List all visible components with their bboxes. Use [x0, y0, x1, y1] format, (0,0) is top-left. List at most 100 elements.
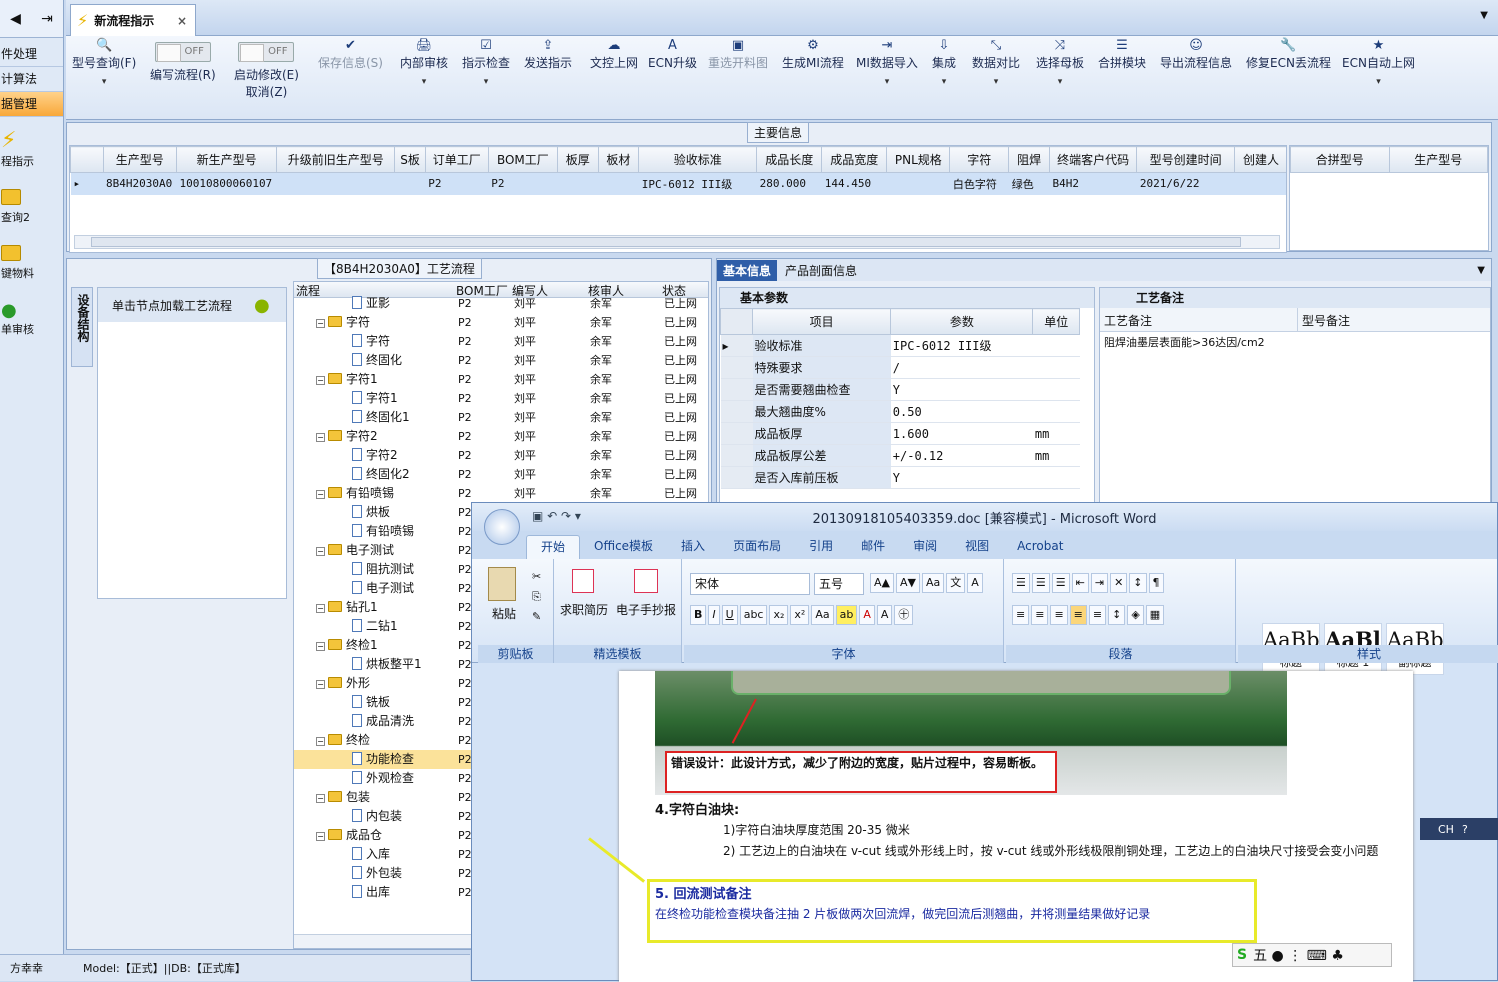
col-header[interactable]: 板材: [597, 146, 640, 173]
col-header[interactable]: 字符: [949, 146, 1010, 173]
tree-node[interactable]: − 包装: [316, 788, 370, 807]
toolbar-button[interactable]: ★ ECN自动上网 ▾: [1342, 38, 1415, 87]
grid-cell[interactable]: [886, 172, 950, 195]
toolbar-button[interactable]: 🔧 修复ECN丢流程: [1246, 38, 1331, 71]
tree-node[interactable]: 阻抗测试: [352, 560, 414, 579]
side-tab-equipment[interactable]: 设备结构: [71, 287, 93, 367]
grid-cell[interactable]: 10010800060107: [176, 172, 277, 195]
col-header[interactable]: 成品长度: [756, 146, 823, 173]
back-icon[interactable]: ◀: [10, 11, 21, 27]
dropdown-arrow-icon[interactable]: ▾: [972, 77, 1020, 87]
font-grow-buttons[interactable]: A▲ A▼ Aa 文 A: [870, 573, 985, 593]
close-icon[interactable]: ×: [177, 14, 187, 28]
nav-big-item[interactable]: 键物料: [0, 229, 63, 285]
word-tab[interactable]: 审阅: [899, 535, 951, 559]
tree-node[interactable]: − 字符2: [316, 427, 378, 446]
param-cell[interactable]: [1032, 356, 1080, 379]
tree-node[interactable]: − 成品仓: [316, 826, 382, 845]
col-header[interactable]: 升级前旧生产型号: [276, 146, 396, 173]
toolbar-button[interactable]: OFF 编写流程(R): [150, 38, 216, 83]
dropdown-arrow-icon[interactable]: ▾: [1036, 77, 1084, 87]
param-cell[interactable]: +/-0.12: [890, 444, 1033, 467]
param-row[interactable]: ▸ 验收标准 IPC-6012 III级: [720, 334, 1080, 357]
param-cell[interactable]: mm: [1032, 444, 1080, 467]
col-header[interactable]: 生产型号: [102, 146, 177, 173]
toolbar-button[interactable]: ☺ 导出流程信息: [1160, 38, 1232, 71]
param-cell[interactable]: 验收标准: [752, 334, 891, 357]
tree-node[interactable]: − 电子测试: [316, 541, 394, 560]
paste-icon[interactable]: [488, 567, 516, 601]
expand-icon[interactable]: −: [316, 794, 325, 803]
tree-node[interactable]: 字符: [352, 332, 390, 351]
tree-node[interactable]: − 字符: [316, 313, 370, 332]
grid-cell[interactable]: IPC-6012 III级: [638, 172, 757, 195]
chevron-down-icon[interactable]: ▼: [1480, 10, 1488, 21]
expand-icon[interactable]: −: [316, 737, 325, 746]
dropdown-arrow-icon[interactable]: ▾: [932, 77, 956, 87]
tree-node[interactable]: 二钻1: [352, 617, 398, 636]
nav-item[interactable]: 计算法: [0, 67, 63, 92]
word-tab[interactable]: 邮件: [847, 535, 899, 559]
toolbar-button[interactable]: ☑ 指示检查 ▾: [462, 38, 510, 87]
tree-node[interactable]: 亚影: [352, 294, 390, 313]
tree-row[interactable]: − 字符1 P2 刘平 余军 已上网: [294, 370, 708, 389]
tree-node[interactable]: 出库: [352, 883, 390, 902]
dropdown-arrow-icon[interactable]: ▾: [856, 77, 918, 87]
tree-node[interactable]: 功能检查: [352, 750, 414, 769]
col-header[interactable]: 验收标准: [638, 146, 758, 173]
hint-row[interactable]: 单击节点加载工艺流程 ●: [98, 288, 286, 322]
toolbar-button[interactable]: OFF 启动修改(E) 取消(Z): [234, 38, 299, 100]
word-tab[interactable]: 插入: [667, 535, 719, 559]
tree-node[interactable]: 烘板整平1: [352, 655, 422, 674]
col-header[interactable]: 型号创建时间: [1136, 146, 1235, 173]
dropdown-arrow-icon[interactable]: ▾: [1342, 77, 1415, 87]
tree-node[interactable]: 电子测试: [352, 579, 414, 598]
tree-node[interactable]: − 终检1: [316, 636, 378, 655]
tree-node[interactable]: 终固化2: [352, 465, 410, 484]
word-tab[interactable]: Office模板: [580, 535, 667, 559]
nav-big-item[interactable]: ● 单审核: [0, 285, 63, 341]
grid-cell[interactable]: [598, 172, 639, 195]
expand-icon[interactable]: −: [316, 319, 325, 328]
tree-node[interactable]: 烘板: [352, 503, 390, 522]
toolbar-button[interactable]: ⇪ 发送指示: [524, 38, 572, 71]
col-header[interactable]: 终端客户代码: [1048, 146, 1138, 173]
sub-tab-basic-params[interactable]: 基本参数: [720, 288, 1094, 308]
param-cell[interactable]: 1.600: [890, 422, 1033, 445]
toolbar-button[interactable]: ⇩ 集成 ▾: [932, 38, 956, 87]
tree-row[interactable]: − 字符 P2 刘平 余军 已上网: [294, 313, 708, 332]
param-row[interactable]: 成品板厚公差 +/-0.12 mm: [720, 444, 1080, 467]
tree-row[interactable]: 终固化 P2 刘平 余军 已上网: [294, 351, 708, 370]
document-page[interactable]: 错误设计：此设计方式，减少了附边的宽度，贴片过程中，容易断板。 4.字符白油块:…: [588, 671, 1413, 982]
tree-node[interactable]: 成品清洗: [352, 712, 414, 731]
param-cell[interactable]: Y: [890, 466, 1033, 489]
word-tab[interactable]: 视图: [951, 535, 1003, 559]
office-button-icon[interactable]: [484, 509, 520, 545]
nav-item-selected[interactable]: 据管理: [0, 92, 63, 117]
col-header[interactable]: BOM工厂: [487, 146, 558, 173]
template-handout-button[interactable]: 电子手抄报: [616, 601, 676, 618]
word-tab[interactable]: 页面布局: [719, 535, 795, 559]
toolbar-button[interactable]: ▣ 重选开料图: [708, 38, 768, 71]
word-tab[interactable]: 引用: [795, 535, 847, 559]
font-name-select[interactable]: 宋体: [690, 573, 810, 595]
scroll-thumb[interactable]: [91, 237, 1241, 247]
expand-icon[interactable]: −: [316, 642, 325, 651]
tree-row[interactable]: − 字符2 P2 刘平 余军 已上网: [294, 427, 708, 446]
toggle-switch[interactable]: OFF: [238, 42, 295, 62]
font-size-select[interactable]: 五号: [814, 573, 864, 595]
grid-cell[interactable]: P2: [488, 172, 558, 195]
toolbar-button[interactable]: ⚙ 生成MI流程: [782, 38, 844, 71]
param-cell[interactable]: IPC-6012 III级: [890, 334, 1033, 357]
expand-icon[interactable]: −: [316, 490, 325, 499]
tree-node[interactable]: 终固化: [352, 351, 402, 370]
param-cell[interactable]: Y: [890, 378, 1033, 401]
col-header[interactable]: 新生产型号: [175, 146, 278, 173]
nav-item[interactable]: 件处理: [0, 42, 63, 67]
param-cell[interactable]: [1032, 400, 1080, 423]
tree-node[interactable]: − 字符1: [316, 370, 378, 389]
tree-node[interactable]: 入库: [352, 845, 390, 864]
param-cell[interactable]: 是否需要翘曲检查: [752, 378, 891, 401]
basic-params-grid[interactable]: 基本参数 项目 参数 单位 ▸ 验收标准 IPC-6012 III级 特殊要求 / 是否需要翘…: [719, 287, 1095, 503]
col-header[interactable]: 创建人: [1233, 146, 1286, 173]
